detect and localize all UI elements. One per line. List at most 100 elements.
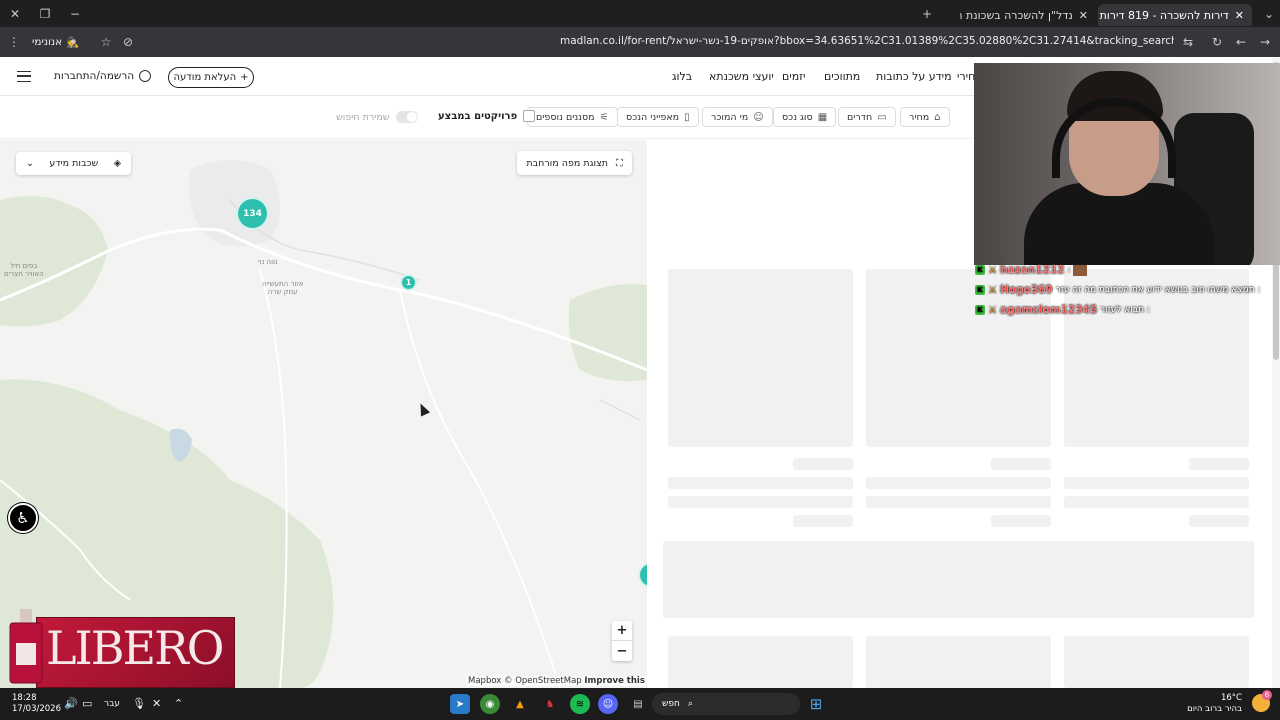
- nav-developers[interactable]: יזמים: [782, 70, 806, 83]
- layers-label: שכבות מידע: [49, 158, 99, 169]
- discord-icon[interactable]: ☺: [598, 694, 618, 714]
- sword-badge-icon: ⚔: [988, 284, 997, 296]
- incognito-indicator[interactable]: 🕵 אנונימי: [32, 33, 79, 51]
- new-tab-icon[interactable]: +: [918, 5, 936, 23]
- microphone-icon[interactable]: 🎙: [132, 697, 146, 710]
- publish-ad-button[interactable]: + העלאת מודעה: [168, 67, 254, 88]
- notification-badge: 6: [1262, 690, 1272, 700]
- projects-checkbox[interactable]: [523, 110, 536, 122]
- incognito-icon: 🕵: [66, 36, 80, 49]
- search-icon: ⌕: [687, 699, 693, 709]
- expand-icon: ⛶: [615, 157, 623, 169]
- forward-icon[interactable]: ←: [1233, 34, 1249, 50]
- mapbox-link[interactable]: Mapbox: [468, 676, 501, 686]
- filter-property-features[interactable]: ▯ מאפייני הנכס: [617, 107, 699, 127]
- filter-label: מי המוכר: [711, 111, 749, 123]
- sword-badge-icon: ⚔: [988, 264, 997, 276]
- nav-agents[interactable]: מתווכים: [824, 70, 860, 83]
- streamer-webcam: [974, 63, 1280, 265]
- back-icon[interactable]: →: [1257, 34, 1273, 50]
- ad-brand-text: LIBERO: [46, 621, 224, 675]
- spotify-icon[interactable]: ≋: [570, 694, 590, 714]
- sword-badge-icon: ⚔: [988, 304, 997, 316]
- chat-username: agamslom12345: [999, 304, 1098, 316]
- vlc-icon[interactable]: ▲: [510, 694, 530, 714]
- improve-map-link[interactable]: Improve this map: [584, 676, 647, 686]
- kick-badge-icon: K: [975, 285, 985, 295]
- telegram-icon[interactable]: ➤: [450, 694, 470, 714]
- chrome-icon[interactable]: ◉: [480, 694, 500, 714]
- map-layers-button[interactable]: ◈ שכבות מידע ⌄: [16, 152, 131, 175]
- volume-icon[interactable]: 🔊: [64, 697, 78, 710]
- filter-rooms[interactable]: ▭ חדרים: [838, 107, 896, 127]
- expanded-map-button[interactable]: ⛶ תצוגת מפה מורחבת: [517, 151, 632, 175]
- zoom-out-button[interactable]: −: [612, 641, 632, 661]
- nav-blog[interactable]: בלוג: [672, 70, 692, 83]
- save-search[interactable]: שמירת חיפוש: [336, 111, 418, 123]
- clock-time: 18:28: [12, 693, 37, 703]
- minimize-window-icon[interactable]: −: [66, 5, 84, 23]
- restore-window-icon[interactable]: ❐: [36, 5, 54, 23]
- url-field[interactable]: madlan.co.il/for-rent/אופקים-19-נשר-ישרא…: [560, 35, 1174, 47]
- map-cluster-marker[interactable]: 1: [400, 274, 417, 291]
- taskbar-search[interactable]: ⌕ חפש: [652, 693, 800, 715]
- listing-skeleton-line: [991, 458, 1051, 470]
- listing-skeleton-line: [991, 515, 1051, 527]
- site-settings-icon[interactable]: ⇆: [1180, 34, 1196, 50]
- listing-skeleton-line: [1064, 477, 1249, 489]
- place-label-neve-noy: נווה נוי: [258, 258, 278, 266]
- chat-username: Hogo369: [999, 284, 1053, 296]
- filter-label: חדרים: [847, 111, 873, 123]
- nav-mortgage-advisors[interactable]: יועצי משכנתא: [709, 70, 774, 83]
- network-icon[interactable]: ▭: [82, 697, 92, 710]
- reload-icon[interactable]: ↻: [1209, 34, 1225, 50]
- features-icon: ▯: [684, 111, 690, 123]
- listing-skeleton-line: [793, 458, 853, 470]
- tab-close-icon[interactable]: ✕: [1235, 9, 1244, 22]
- system-clock[interactable]: 18:28 17/03/2026: [12, 693, 61, 715]
- login-link[interactable]: הרשמה/התחברות: [54, 70, 152, 82]
- map-cluster-marker[interactable]: 134: [236, 197, 269, 230]
- filter-price[interactable]: ⌂ מחיר: [900, 107, 950, 127]
- tab-search-chevron-icon[interactable]: ⌄: [1260, 5, 1278, 23]
- eye-off-icon[interactable]: ⊘: [120, 34, 136, 50]
- filter-more[interactable]: ⚟ מסננים נוספים: [527, 107, 618, 127]
- filter-seller[interactable]: ☺ מי המוכר: [702, 107, 773, 127]
- save-search-toggle[interactable]: [395, 111, 418, 123]
- bookmark-star-icon[interactable]: ☆: [98, 34, 114, 50]
- language-indicator[interactable]: עבר: [104, 699, 120, 709]
- tab-rent-park[interactable]: ✕ נדל"ן להשכרה בשכונת הפארק: [960, 4, 1096, 26]
- plus-icon: +: [240, 72, 249, 83]
- listing-skeleton-line: [1189, 515, 1249, 527]
- nav-address-info[interactable]: מידע על כתובות: [876, 70, 952, 83]
- site-header: הרשמה/התחברות + העלאת מודעה בלוג יועצי מ…: [0, 58, 983, 96]
- map-zoom-control: + −: [612, 621, 632, 661]
- mute-icon[interactable]: ✕: [152, 697, 161, 710]
- zoom-in-button[interactable]: +: [612, 621, 632, 641]
- file-explorer-icon[interactable]: ▤: [628, 694, 648, 714]
- expand-label: תצוגת מפה מורחבת: [526, 157, 608, 169]
- tray-chevron-icon[interactable]: ⌃: [174, 697, 183, 710]
- listing-skeleton-line: [793, 515, 853, 527]
- projects-on-sale-filter[interactable]: פרויקטים במבצע: [438, 110, 536, 122]
- tab-apartments[interactable]: ✕ דירות להשכרה - 819 דירות מתו ♥: [1098, 4, 1252, 26]
- sliders-icon: ⚟: [599, 111, 609, 123]
- browser-tab-bar: ✕ ❐ − + ✕ נדל"ן להשכרה בשכונת הפארק ✕ די…: [0, 0, 1280, 27]
- perfume-bottle-icon: [9, 609, 43, 684]
- tab-close-icon[interactable]: ✕: [1079, 9, 1088, 22]
- accessibility-icon[interactable]: ♿: [8, 503, 38, 533]
- listing-skeleton-line: [1064, 496, 1249, 508]
- kick-badge-icon: K: [975, 305, 985, 315]
- menu-dots-icon[interactable]: ⋮: [6, 34, 22, 50]
- app-icon[interactable]: ♞: [540, 694, 560, 714]
- filter-property-type[interactable]: ▦ סוג נכס: [773, 107, 837, 127]
- filter-label: סוג נכס: [782, 111, 813, 123]
- hamburger-menu-icon[interactable]: [17, 71, 31, 82]
- chat-message: K ⚔ Hogo369 : תמצא משהו טוב בנושא ידוע א…: [975, 284, 1261, 296]
- close-window-icon[interactable]: ✕: [6, 5, 24, 23]
- windows-start-icon[interactable]: ⊞: [806, 694, 826, 714]
- weather-widget[interactable]: 16°C בהיר ברוב היום: [1187, 693, 1242, 715]
- map-view[interactable]: נווה נוי אזור התעשייה עמק שרה בסים חיל ה…: [0, 140, 647, 688]
- osm-link[interactable]: © OpenStreetMap: [504, 676, 582, 686]
- os-taskbar: 18:28 17/03/2026 🔊 ▭ עבר 🎙 ✕ ⌃ ➤ ◉ ▲ ♞ ≋…: [0, 688, 1280, 720]
